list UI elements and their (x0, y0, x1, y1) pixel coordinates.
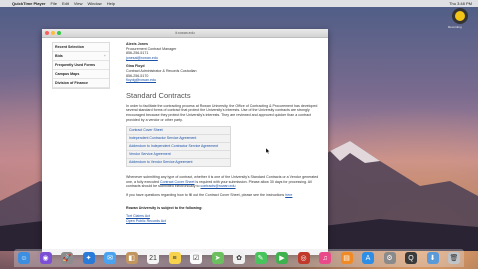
section-heading: Standard Contracts (126, 90, 191, 100)
paragraph-text: If you have questions regarding how to f… (126, 192, 285, 197)
contracts-email-link[interactable]: contracts@rowan.edu (201, 184, 236, 188)
contract-link[interactable]: Addendum to Independent Contractor Servi… (127, 143, 230, 152)
record-dot-icon (455, 11, 465, 21)
sidebar-item-label: Frequently Used Forms (55, 63, 96, 67)
open-records-link[interactable]: Open Public Records Act (126, 219, 321, 224)
mail-icon[interactable]: ✉ (104, 252, 116, 264)
zoom-button[interactable] (57, 31, 61, 35)
instructions-paragraph: If you have questions regarding how to f… (126, 193, 321, 198)
sidebar: Recent Selection Bids + Frequently Used … (52, 42, 110, 89)
contract-link[interactable]: Contract Cover Sheet (127, 127, 230, 136)
menu-app-name[interactable]: QuickTime Player (12, 0, 46, 7)
photos-icon[interactable]: ✿ (233, 252, 245, 264)
menu-window[interactable]: Window (87, 0, 101, 7)
menu-clock[interactable]: Thu 3:48 PM (449, 0, 472, 7)
instructions-link[interactable]: here (285, 193, 292, 197)
launchpad-icon[interactable]: 🚀 (61, 252, 73, 264)
facetime-icon[interactable]: ▶ (276, 252, 288, 264)
contact-block: Gina Floyd Contract Administrator & Reco… (126, 64, 321, 82)
recording-button[interactable] (452, 8, 468, 24)
sidebar-item-label: Division of Finance (55, 81, 88, 85)
contact-email-link[interactable]: floydg@rowan.edu (126, 78, 321, 83)
sidebar-item-label: Campus Maps (55, 72, 80, 76)
notes-icon[interactable]: ≡ (168, 252, 181, 264)
menu-edit[interactable]: Edit (62, 0, 69, 7)
sidebar-item-frequently-used-forms[interactable]: Frequently Used Forms (53, 61, 109, 70)
menu-bar: QuickTime Player File Edit View Window H… (0, 0, 478, 7)
menu-help[interactable]: Help (107, 0, 115, 7)
dock: ☺ ◉ 🚀 ✦ ✉ ◧ 21 ≡ ☑ ➤ ✿ ✎ ▶ ◎ ♫ ▤ A ⚙ Q ⬇ 🗑 (14, 249, 464, 267)
calendar-icon[interactable]: 21 (147, 252, 159, 264)
menu-view[interactable]: View (74, 0, 83, 7)
finder-icon[interactable]: ☺ (18, 252, 30, 264)
sidebar-item-label: Bids (55, 54, 63, 58)
close-button[interactable] (45, 31, 49, 35)
ibooks-icon[interactable]: ▤ (340, 252, 353, 264)
cover-sheet-link[interactable]: Contract Cover Sheet (160, 180, 195, 184)
safari-icon[interactable]: ✦ (82, 252, 95, 264)
reminders-icon[interactable]: ☑ (190, 252, 202, 264)
mouse-cursor-icon (266, 148, 270, 154)
menu-file[interactable]: File (51, 0, 57, 7)
itunes-icon[interactable]: ♫ (319, 252, 331, 264)
contact-block: Alexis Jones Procurement Contract Manage… (126, 42, 321, 60)
minimize-button[interactable] (51, 31, 55, 35)
sidebar-item-recent-selection[interactable]: Recent Selection (53, 43, 109, 52)
system-preferences-icon[interactable]: ⚙ (383, 252, 396, 264)
browser-window: it.rowan.edu Recent Selection Bids + Fre… (42, 29, 328, 255)
contract-link[interactable]: Vendor Service Agreement (127, 151, 230, 160)
sidebar-item-division-of-finance[interactable]: Division of Finance (53, 79, 109, 88)
maps-icon[interactable]: ➤ (211, 252, 224, 264)
sidebar-item-campus-maps[interactable]: Campus Maps (53, 70, 109, 79)
siri-icon[interactable]: ◉ (39, 252, 52, 264)
contract-link[interactable]: Independent Contractor Service Agreement (127, 135, 230, 144)
app-store-icon[interactable]: A (362, 252, 374, 264)
intro-paragraph: In order to facilitate the contracting p… (126, 103, 318, 122)
window-titlebar: it.rowan.edu (42, 29, 328, 38)
expand-plus-icon[interactable]: + (104, 52, 106, 60)
trash-icon[interactable]: 🗑 (448, 252, 460, 264)
contract-link[interactable]: Addendum to Vendor Service Agreement (127, 159, 230, 166)
photo-booth-icon[interactable]: ◎ (297, 252, 310, 264)
submission-paragraph: Whenever submitting any type of contract… (126, 175, 321, 189)
contacts-icon[interactable]: ◧ (125, 252, 138, 264)
standard-contracts-list: Contract Cover Sheet Independent Contrac… (126, 126, 231, 168)
window-url[interactable]: it.rowan.edu (175, 31, 194, 35)
recording-label: Recording (448, 25, 462, 29)
downloads-icon[interactable]: ⬇ (426, 252, 439, 264)
sidebar-item-label: Recent Selection (55, 45, 84, 49)
sidebar-item-bids[interactable]: Bids + (53, 52, 109, 61)
main-column: Alexis Jones Procurement Contract Manage… (126, 42, 321, 223)
messages-icon[interactable]: ✎ (254, 252, 267, 264)
quicktime-icon[interactable]: Q (405, 252, 417, 264)
